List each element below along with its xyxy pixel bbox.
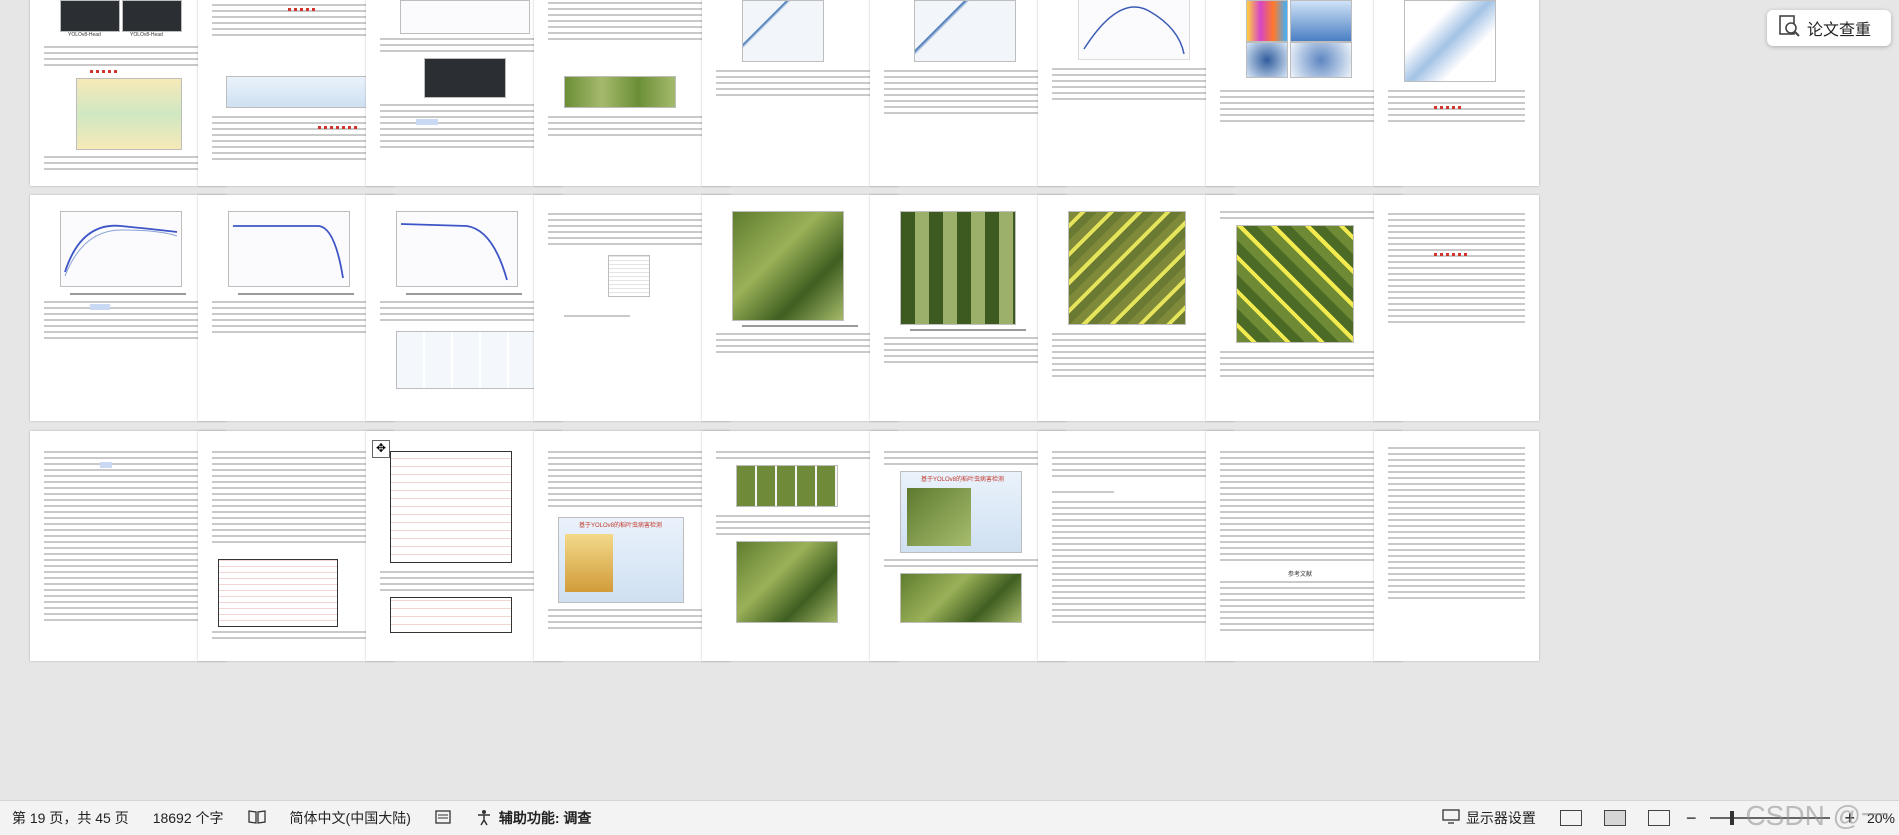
figure-caption: YOLOv8-Head (130, 32, 163, 38)
figure (742, 0, 824, 62)
precision-curve-figure (64, 224, 178, 277)
page-thumbnail[interactable] (1206, 195, 1402, 421)
page-thumbnail[interactable] (1038, 195, 1234, 421)
page-thumbnail[interactable] (702, 0, 898, 186)
page-thumbnail[interactable] (870, 195, 1066, 421)
figure (424, 58, 506, 98)
code-block (390, 451, 512, 563)
page-thumbnail[interactable] (1038, 0, 1234, 186)
page-thumbnail[interactable] (870, 0, 1066, 186)
figure: 基于YOLOv8的稻叶虫病害检测 (558, 517, 684, 603)
web-layout-icon[interactable] (1647, 810, 1670, 826)
macro-icon (435, 809, 451, 828)
paper-check-button[interactable]: 论文查重 (1767, 10, 1891, 46)
table-move-handle-icon[interactable]: ✥ (372, 440, 390, 458)
page-thumbnail[interactable] (366, 431, 562, 661)
page-thumbnail[interactable] (1374, 0, 1539, 186)
page-thumbnail[interactable] (1374, 431, 1539, 661)
figure (396, 211, 518, 287)
accessibility-icon (475, 808, 493, 829)
figure: 基于YOLOv8的稻叶虫病害检测 (900, 471, 1022, 553)
language-status[interactable]: 简体中文(中国大陆) (278, 801, 423, 835)
page-thumbnail[interactable]: 基于YOLOv8的稻叶虫病害检测 (870, 431, 1066, 661)
proofing-book-icon (247, 809, 266, 828)
display-settings-button[interactable]: 显示器设置 (1430, 801, 1548, 835)
zoom-slider-thumb[interactable] (1730, 811, 1735, 825)
page-thumbnail[interactable] (534, 0, 730, 186)
page-thumbnail[interactable] (198, 195, 394, 421)
figure (900, 573, 1022, 623)
recall-curve-figure (233, 225, 344, 279)
page-thumbnail[interactable] (366, 0, 562, 186)
figure-caption: YOLOv8-Head (68, 32, 101, 38)
page-thumbnail[interactable]: YOLOv8-Head YOLOv8-Head (30, 0, 226, 186)
print-layout-icon[interactable] (1603, 810, 1626, 826)
page-thumbnail[interactable] (30, 195, 226, 421)
figure (400, 0, 530, 34)
read-mode-icon[interactable] (1559, 810, 1582, 826)
page-thumbnail[interactable]: 参考文献 (1206, 431, 1402, 661)
page-thumbnail[interactable] (702, 195, 898, 421)
app-window-title: 基于YOLOv8的稻叶虫病害检测 (579, 523, 663, 529)
figure (1404, 0, 1496, 82)
pr-curve-figure (1083, 6, 1185, 55)
page-thumbnail[interactable]: 基于YOLOv8的稻叶虫病害检测 (534, 431, 730, 661)
proofing-status[interactable] (236, 801, 278, 835)
document-canvas[interactable]: YOLOv8-Head YOLOv8-Head 基于YOLOv8的稻叶虫病害检测… (0, 0, 1899, 800)
figure (226, 76, 368, 108)
page-thumbnail[interactable] (1374, 195, 1539, 421)
status-bar: 第 19 页，共 45 页 18692 个字 简体中文(中国大陆) 辅助功能: … (0, 800, 1899, 835)
page-thumbnail[interactable] (198, 431, 394, 661)
figure (228, 211, 350, 287)
figure (736, 541, 838, 623)
figure (1246, 42, 1288, 78)
figure (1246, 0, 1288, 42)
rice-image (565, 534, 613, 592)
figure (914, 0, 1016, 62)
word-count-status[interactable]: 18692 个字 (141, 801, 236, 835)
figure (122, 0, 182, 32)
figure (900, 211, 1016, 325)
figure (1290, 0, 1352, 42)
figure (1068, 211, 1186, 325)
references-heading: 参考文献 (1288, 572, 1313, 578)
page-thumbnail[interactable] (366, 195, 562, 421)
zoom-control: − + 20% (1682, 801, 1899, 835)
paper-check-label: 论文查重 (1807, 22, 1872, 39)
figure (1078, 0, 1190, 60)
macro-status[interactable] (423, 801, 463, 835)
zoom-slider[interactable] (1710, 811, 1831, 825)
accessibility-status[interactable]: 辅助功能: 调查 (463, 801, 604, 835)
code-block (218, 559, 338, 627)
page-thumbnail[interactable] (702, 431, 898, 661)
page-thumbnail[interactable] (1206, 0, 1402, 186)
code-block (390, 597, 512, 633)
page-thumbnail[interactable] (198, 0, 394, 186)
figure (396, 331, 538, 389)
zoom-level[interactable]: 20% (1867, 810, 1895, 826)
figure (60, 0, 120, 32)
figure (736, 465, 838, 507)
monitor-icon (1442, 808, 1460, 828)
app-window-title: 基于YOLOv8的稻叶虫病害检测 (921, 477, 1005, 483)
figure (564, 76, 676, 108)
figure (60, 211, 182, 287)
zoom-in-button[interactable]: + (1844, 808, 1855, 829)
page-thumbnail[interactable] (1038, 431, 1234, 661)
pr-curve-figure (400, 223, 508, 281)
zoom-out-button[interactable]: − (1686, 808, 1697, 829)
figure (608, 255, 650, 297)
figure (1290, 42, 1352, 78)
figure (732, 211, 844, 321)
figure (1236, 225, 1354, 343)
search-document-icon (1777, 14, 1801, 43)
page-thumbnail[interactable] (534, 195, 730, 421)
page-count-status[interactable]: 第 19 页，共 45 页 (0, 801, 141, 835)
page-thumbnail[interactable] (30, 431, 226, 661)
figure (76, 78, 182, 150)
